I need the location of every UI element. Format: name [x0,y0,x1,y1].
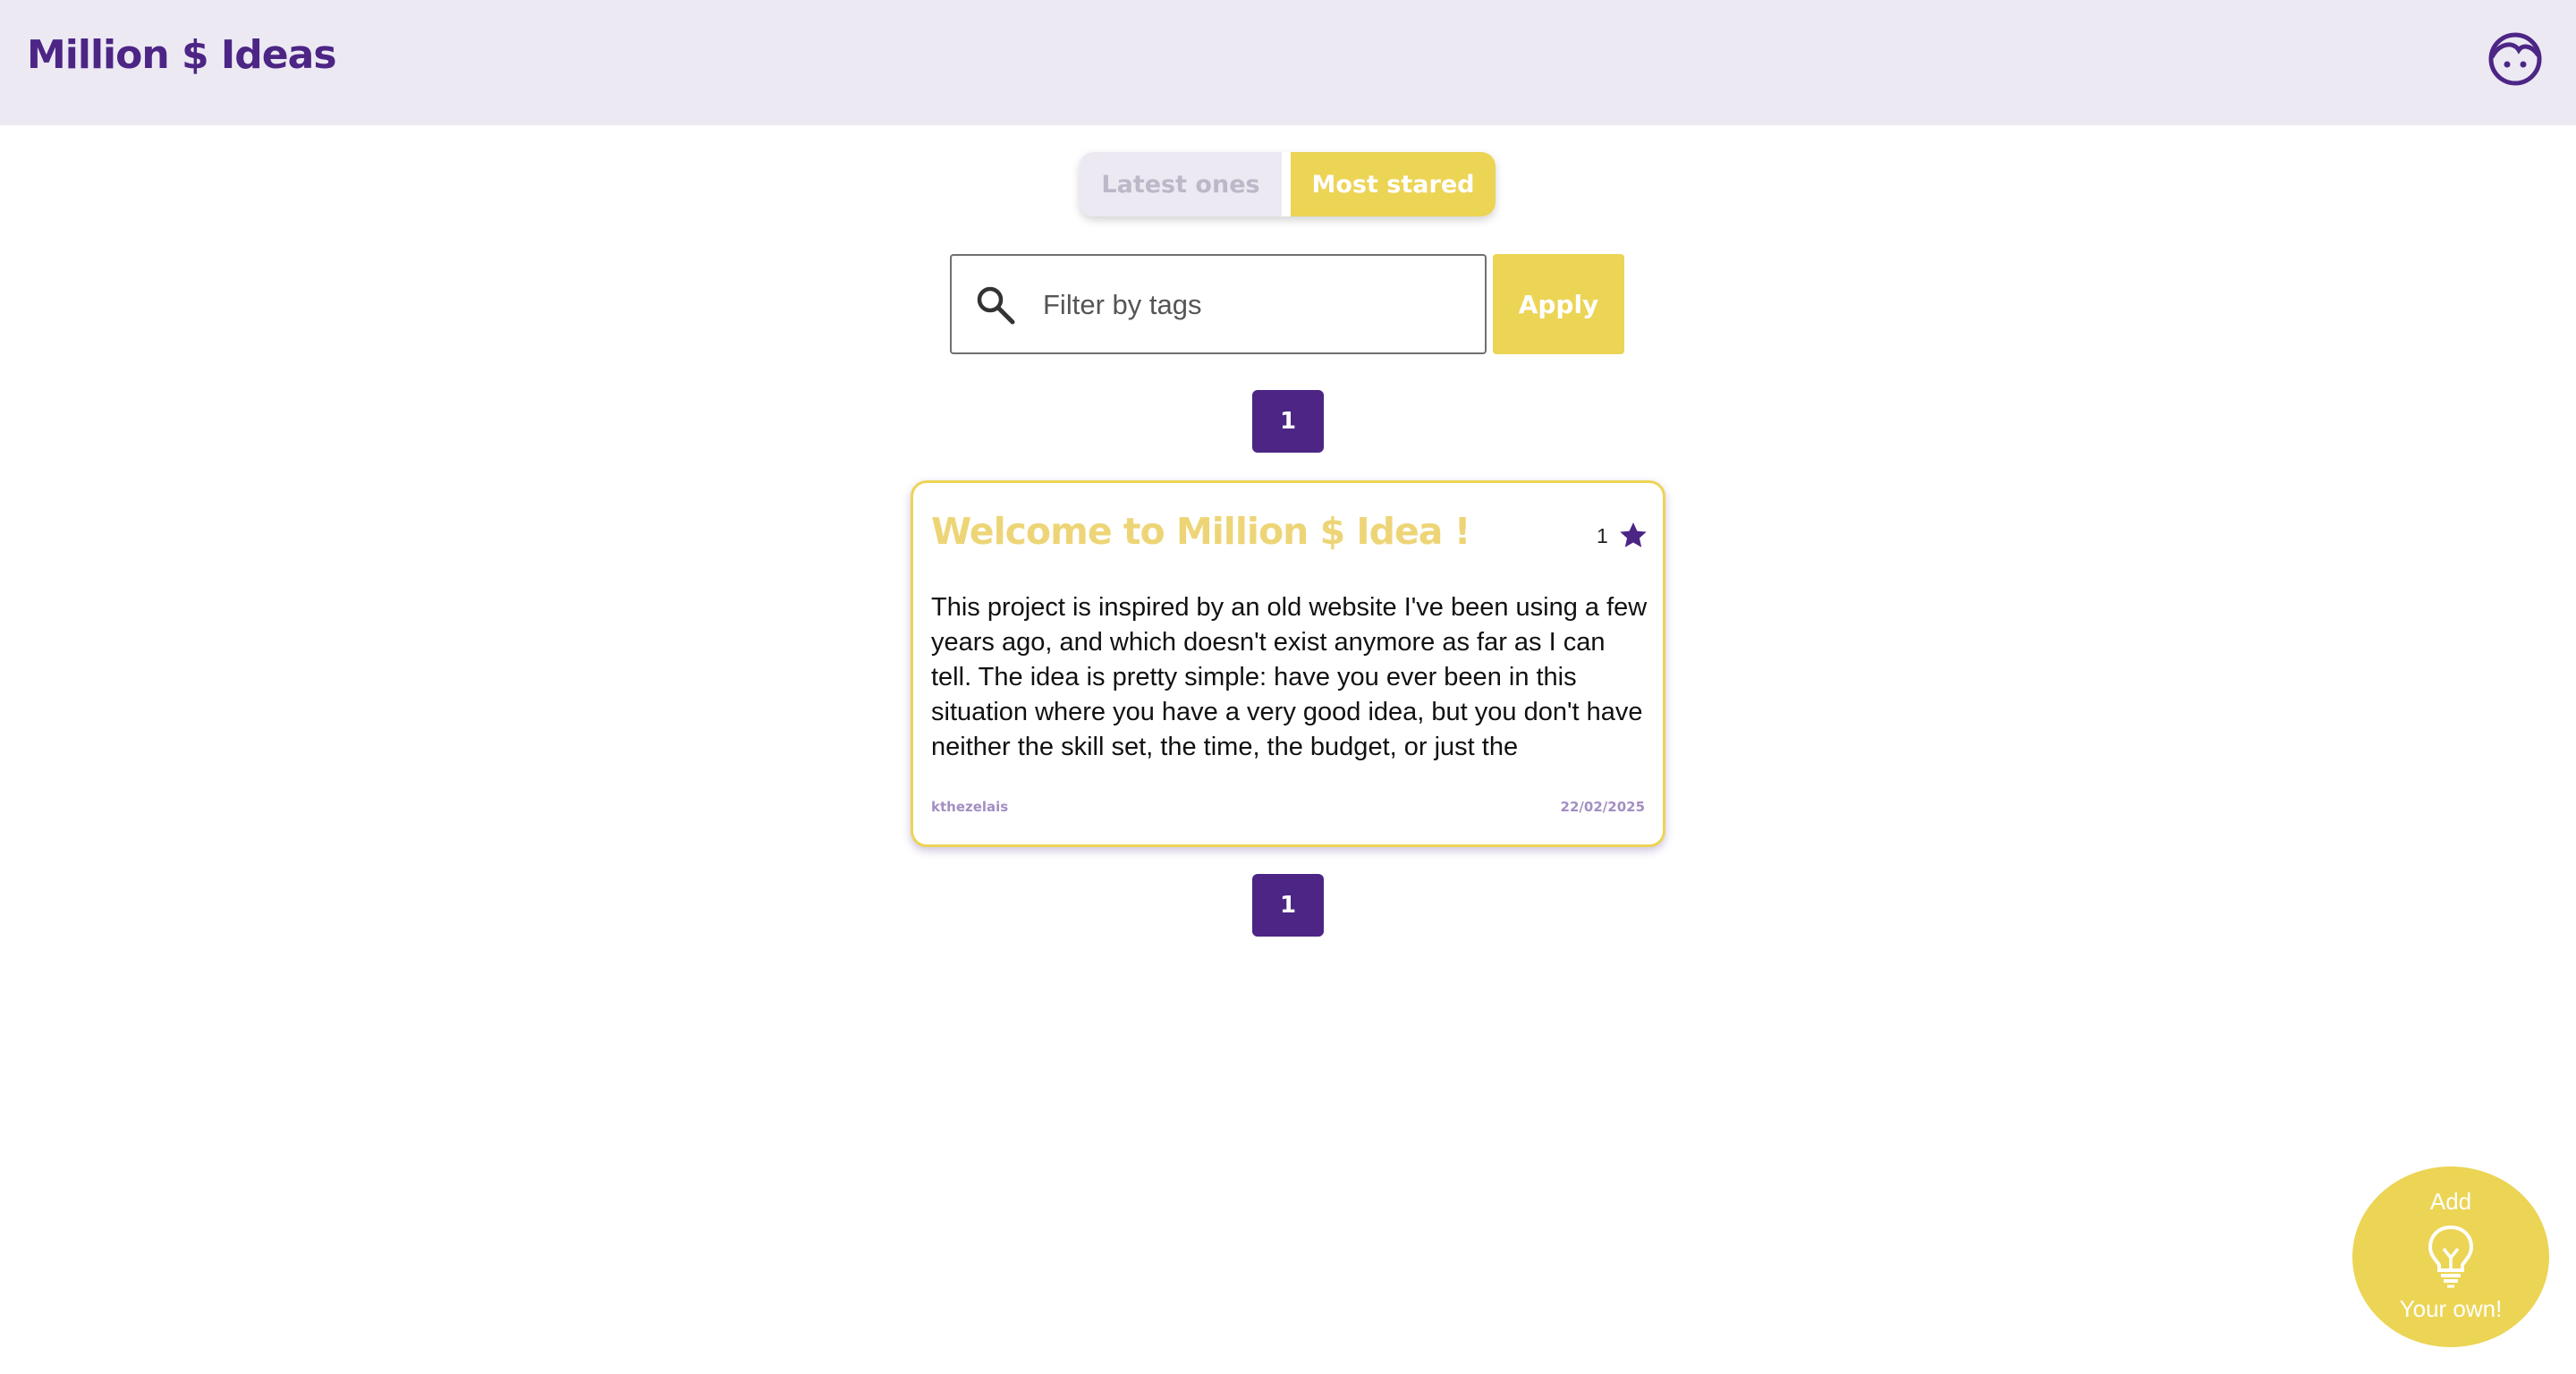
sort-toggle: Latest ones Most stared [1080,152,1496,216]
pagination-page-bottom[interactable]: 1 [1252,874,1324,937]
your-own-label: Your own! [2399,1295,2503,1322]
app-header: Million $ Ideas [0,0,2576,125]
idea-title: Welcome to Million $ Idea ! [931,510,1470,553]
lightbulb-icon [2428,1225,2474,1288]
tag-filter-input[interactable] [1041,274,1470,336]
tag-filter-box [950,254,1487,354]
star-icon[interactable] [1618,521,1648,551]
add-label: Add [2429,1188,2472,1215]
search-icon [977,286,1015,325]
add-idea-button[interactable]: Add Your own! [2352,1166,2549,1347]
idea-body: This project is inspired by an old websi… [931,593,1648,761]
pagination-page-top[interactable]: 1 [1252,390,1324,453]
latest-ones-tab[interactable]: Latest ones [1080,152,1282,216]
idea-card[interactable]: Welcome to Million $ Idea ! 1 This proje… [911,480,1665,847]
user-face-icon[interactable] [2487,30,2544,88]
apply-button[interactable]: Apply [1493,254,1624,354]
star-count: 1 [1597,524,1608,547]
app-title: Million $ Ideas [27,32,337,78]
most-stared-tab[interactable]: Most stared [1291,152,1496,216]
toggle-divider [1282,152,1291,216]
idea-date: 22/02/2025 [1560,799,1645,815]
idea-author: kthezelais [931,799,1009,815]
